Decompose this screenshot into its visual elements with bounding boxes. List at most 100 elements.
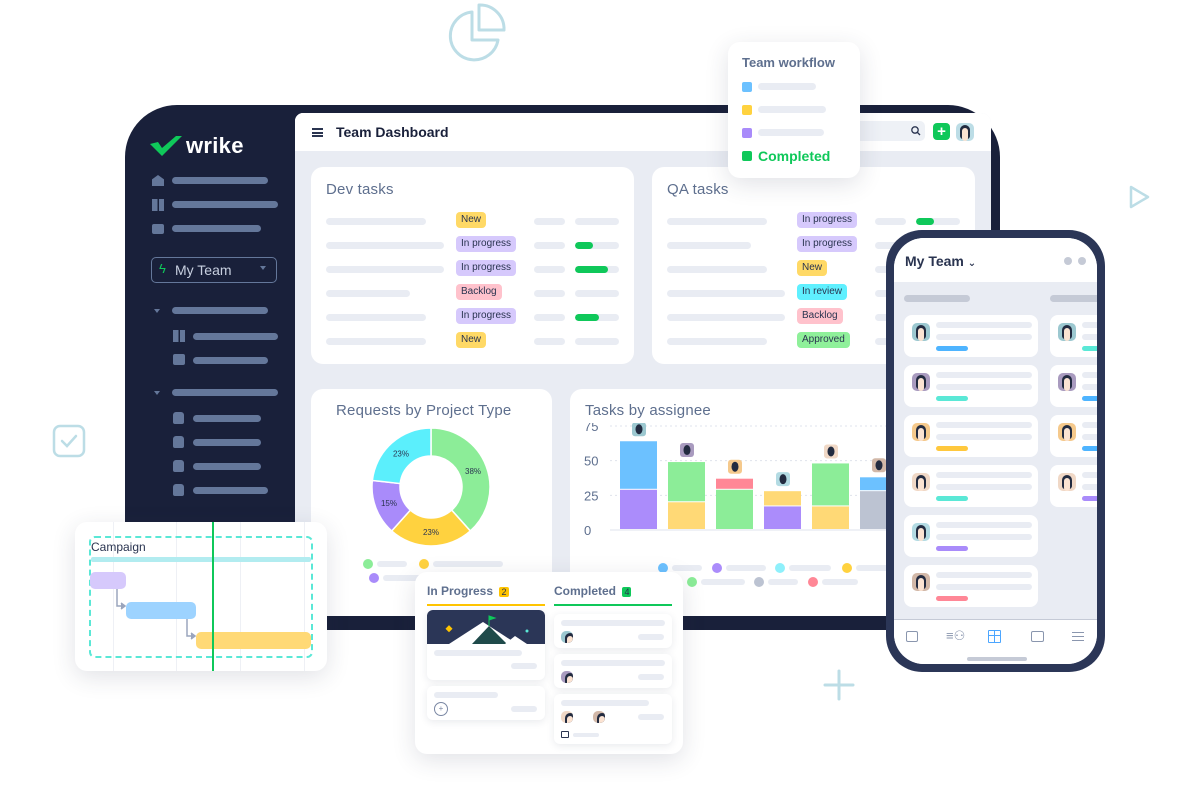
team-member-card[interactable]	[1050, 465, 1097, 507]
team-member-card[interactable]	[1050, 315, 1097, 357]
team-icon[interactable]: ≡⚇	[946, 628, 965, 644]
bar-segment[interactable]	[764, 506, 801, 529]
date-placeholder	[534, 242, 565, 249]
chevron-down-icon: ⌄	[967, 258, 977, 269]
workflow-status-label[interactable]: Completed	[758, 148, 830, 164]
search-icon	[911, 126, 921, 136]
status-badge: In progress	[797, 212, 858, 228]
team-member-card[interactable]	[904, 515, 1038, 557]
pie-slice[interactable]	[430, 427, 491, 533]
add-button[interactable]: +	[933, 123, 950, 140]
kanban-card[interactable]: +	[427, 686, 545, 720]
wrike-logo: wrike	[150, 133, 244, 159]
task-name-placeholder	[667, 314, 785, 321]
avatar	[561, 671, 573, 683]
search-input[interactable]	[855, 121, 925, 141]
status-color-swatch	[742, 105, 752, 115]
kanban-board: In Progress 2 Completed 4 +	[415, 572, 683, 754]
task-row[interactable]: New	[311, 212, 634, 231]
subtasks-icon	[561, 731, 569, 738]
folder-icon	[173, 484, 184, 496]
team-member-card[interactable]	[904, 315, 1038, 357]
task-row[interactable]: In progress	[311, 260, 634, 279]
kanban-card[interactable]	[554, 614, 672, 648]
team-selector-dropdown[interactable]: ϟ My Team	[151, 257, 277, 283]
bar-segment[interactable]	[668, 462, 705, 502]
avatar	[912, 573, 930, 591]
bar-segment[interactable]	[812, 463, 849, 506]
legend-swatch	[419, 559, 429, 569]
bolt-icon: ϟ	[159, 261, 166, 276]
legend-label-placeholder	[672, 565, 702, 571]
bar-segment[interactable]	[620, 441, 657, 489]
progress-bar	[575, 266, 619, 273]
text-placeholder	[936, 422, 1032, 428]
mobile-header: My Team ⌄	[894, 238, 1097, 282]
status-color-swatch	[742, 151, 752, 161]
team-member-card[interactable]	[904, 565, 1038, 607]
pie-slice-label: 23%	[393, 449, 409, 458]
progress-bar	[916, 218, 960, 225]
bar-segment[interactable]	[620, 489, 657, 529]
status-tag	[936, 446, 968, 451]
task-name-placeholder	[667, 242, 751, 249]
folder-icon	[173, 412, 184, 424]
text-placeholder	[936, 472, 1032, 478]
dashboard-icon[interactable]	[988, 630, 1001, 643]
workflow-status-placeholder[interactable]	[758, 129, 824, 136]
text-placeholder	[936, 522, 1032, 528]
folder-icon[interactable]	[1031, 631, 1044, 642]
task-name-placeholder	[667, 290, 785, 297]
hamburger-icon[interactable]	[312, 128, 323, 137]
progress-bar	[575, 314, 619, 321]
more-dots-icon[interactable]	[1064, 257, 1072, 265]
legend-label-placeholder	[433, 561, 503, 567]
status-badge: In review	[797, 284, 848, 300]
team-member-card[interactable]	[904, 465, 1038, 507]
legend-swatch	[687, 577, 697, 587]
legend-swatch	[808, 577, 818, 587]
bar-segment[interactable]	[764, 491, 801, 506]
y-tick-label: 0	[584, 523, 591, 538]
team-member-card[interactable]	[1050, 415, 1097, 457]
avatar	[1058, 473, 1076, 491]
task-row[interactable]: New	[311, 332, 634, 351]
team-member-card[interactable]	[904, 365, 1038, 407]
caret-down-icon	[154, 391, 160, 395]
status-color-swatch	[742, 128, 752, 138]
add-assignee-icon[interactable]: +	[434, 702, 448, 716]
bar-segment[interactable]	[668, 502, 705, 529]
legend-swatch	[754, 577, 764, 587]
status-tag	[1082, 396, 1097, 401]
workflow-status-placeholder[interactable]	[758, 106, 826, 113]
bar-segment[interactable]	[716, 489, 753, 529]
task-name-placeholder	[326, 266, 444, 273]
kanban-card[interactable]	[554, 654, 672, 688]
team-member-card[interactable]	[1050, 365, 1097, 407]
status-badge: New	[797, 260, 828, 276]
text-placeholder	[936, 384, 1032, 390]
mobile-title-dropdown[interactable]: My Team ⌄	[905, 253, 976, 269]
bar-segment[interactable]	[716, 478, 753, 489]
team-member-card[interactable]	[904, 415, 1038, 457]
kanban-card[interactable]	[554, 694, 672, 744]
pie-slice-label: 38%	[465, 467, 481, 476]
avatar-figure	[827, 446, 835, 457]
legend-label-placeholder	[822, 579, 858, 585]
kanban-card[interactable]	[427, 610, 545, 680]
task-row[interactable]: In progress	[311, 308, 634, 327]
avatar	[561, 711, 573, 723]
inbox-icon[interactable]	[906, 631, 918, 642]
task-name-placeholder	[326, 242, 444, 249]
task-row[interactable]: In progress	[652, 212, 975, 231]
count-badge: 4	[622, 587, 632, 597]
bar-segment[interactable]	[812, 506, 849, 529]
workflow-status-placeholder[interactable]	[758, 83, 816, 90]
legend-swatch	[775, 563, 785, 573]
user-avatar[interactable]	[956, 123, 974, 141]
task-row[interactable]: Backlog	[311, 284, 634, 303]
task-row[interactable]: In progress	[311, 236, 634, 255]
menu-icon[interactable]	[1072, 632, 1084, 641]
text-placeholder	[1082, 334, 1097, 340]
status-tag	[936, 496, 968, 501]
